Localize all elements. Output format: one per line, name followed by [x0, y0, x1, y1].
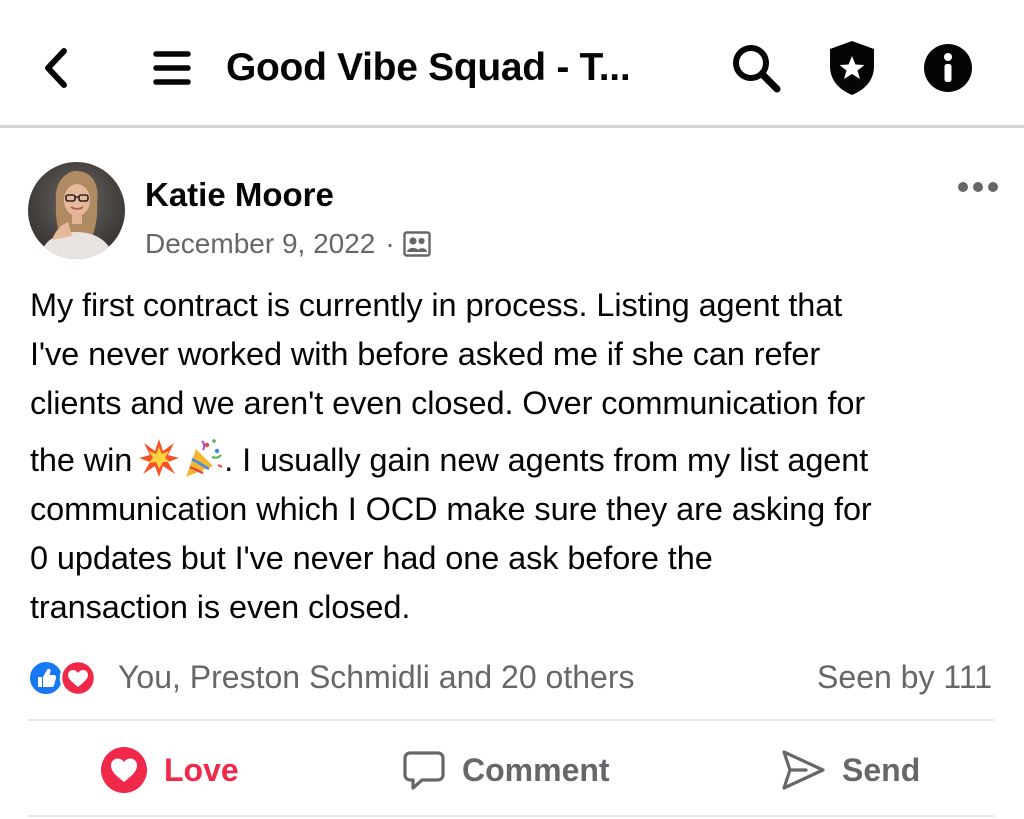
- author-name[interactable]: Katie Moore: [145, 174, 334, 216]
- post-text-line: the win . I usually gain new agents from…: [30, 436, 1010, 485]
- post-text: My first contract is currently in proces…: [30, 281, 1010, 632]
- post-text-line: I've never worked with before asked me i…: [30, 336, 821, 372]
- post-text-line: communication which I OCD make sure they…: [30, 491, 872, 527]
- group-title[interactable]: Good Vibe Squad - T...: [226, 38, 676, 98]
- love-icon: [59, 660, 97, 696]
- post-date[interactable]: December 9, 2022: [145, 228, 375, 260]
- comment-icon: [403, 751, 445, 790]
- members-group-icon: [402, 231, 431, 257]
- meta-separator: ·: [385, 228, 395, 259]
- chevron-left-icon: [45, 48, 67, 88]
- send-button[interactable]: Send: [780, 740, 920, 800]
- post-text-fragment: . I usually gain new agents from my list…: [224, 442, 869, 478]
- avatar-photo: [28, 162, 125, 259]
- search-icon: [733, 45, 781, 93]
- collision-emoji: [139, 439, 180, 477]
- more-horizontal-icon: [958, 182, 998, 192]
- reactions-summary: You, Preston Schmidli and 20 others Seen…: [28, 650, 994, 704]
- divider: [28, 719, 994, 721]
- send-icon: [782, 750, 825, 790]
- love-button[interactable]: Love: [100, 740, 239, 800]
- comment-label: Comment: [462, 751, 610, 788]
- post-text-line: 0 updates but I've never had one ask bef…: [30, 540, 713, 576]
- author-avatar[interactable]: [28, 162, 125, 259]
- post-meta: December 9, 2022 ·: [145, 224, 431, 264]
- love-filled-icon: [101, 747, 147, 793]
- search-button[interactable]: [726, 38, 786, 98]
- info-icon: [924, 44, 972, 92]
- shield-star-icon: [830, 41, 874, 95]
- hamburger-menu-icon: [153, 51, 191, 85]
- post-text-line: My first contract is currently in proces…: [30, 287, 843, 323]
- group-header: Good Vibe Squad - T...: [0, 0, 1024, 128]
- post-text-fragment: the win: [30, 442, 133, 478]
- comment-button[interactable]: Comment: [402, 740, 610, 800]
- like-icon: [28, 660, 64, 696]
- post-text-line: transaction is even closed.: [30, 589, 411, 625]
- menu-button[interactable]: [146, 42, 198, 94]
- post-text-line: clients and we aren't even closed. Over …: [30, 385, 866, 421]
- love-label: Love: [164, 751, 239, 788]
- post-options-button[interactable]: [952, 170, 1004, 204]
- party-popper-emoji: [186, 439, 223, 477]
- back-button[interactable]: [30, 40, 82, 96]
- admin-tools-button[interactable]: [822, 36, 882, 100]
- reactors-summary[interactable]: You, Preston Schmidli and 20 others: [118, 654, 634, 700]
- send-label: Send: [842, 751, 921, 788]
- info-button[interactable]: [918, 38, 978, 98]
- seen-count[interactable]: Seen by 111: [817, 654, 992, 700]
- reaction-icons[interactable]: [28, 660, 108, 696]
- divider: [28, 815, 994, 817]
